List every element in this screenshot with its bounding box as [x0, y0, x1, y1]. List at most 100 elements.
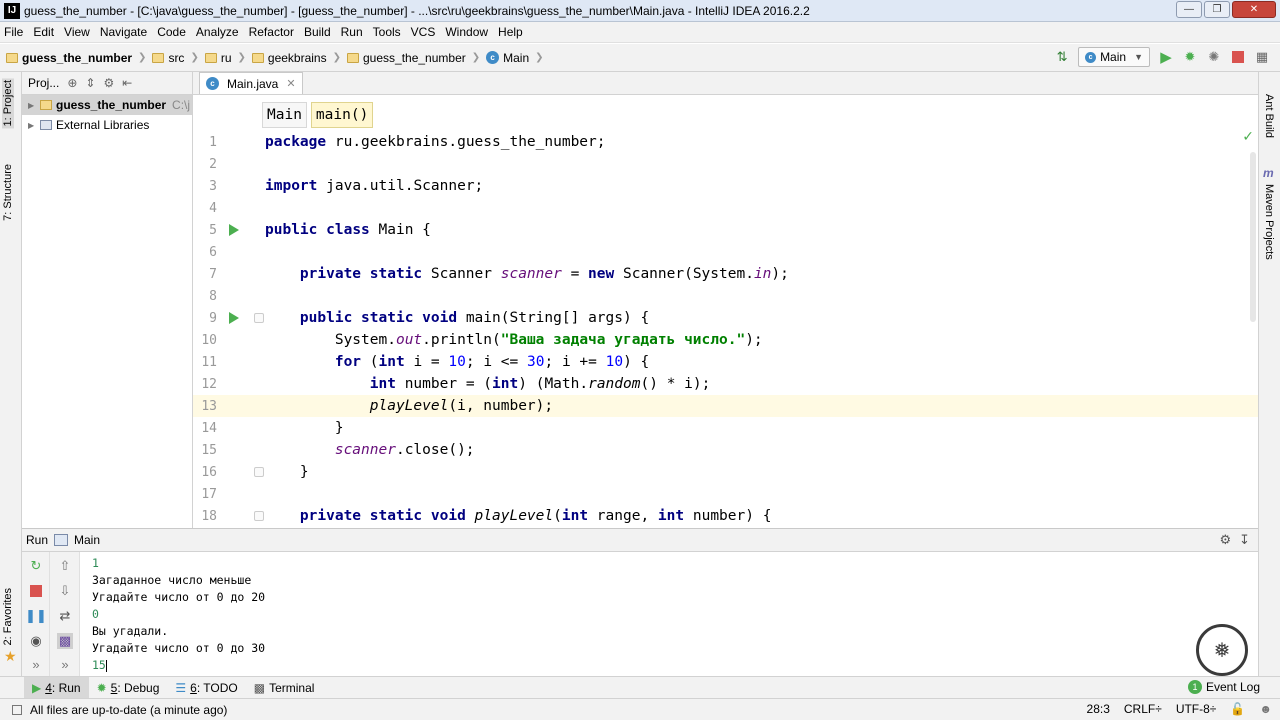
run-config-tab[interactable]: Main — [74, 533, 100, 547]
run-configuration-select[interactable]: c Main ▼ — [1078, 47, 1150, 67]
arrow-down-icon[interactable]: ⇩ — [57, 583, 73, 599]
tab-ant-build[interactable]: Ant Build — [1263, 94, 1275, 138]
hide-icon[interactable]: ⇤ — [122, 76, 132, 90]
breadcrumb-geekbrains[interactable]: geekbrains ❯ — [251, 51, 341, 65]
vcs-update-icon[interactable]: ⇅ — [1054, 49, 1070, 65]
menu-window[interactable]: Window — [445, 25, 488, 39]
code-line[interactable]: 16 } — [193, 461, 1258, 483]
tool-window-todo[interactable]: ☰ 6: TODO — [167, 677, 245, 699]
event-log-button[interactable]: 1 Event Log — [1187, 680, 1260, 694]
code-text: public static void main(String[] args) { — [299, 310, 650, 326]
close-button[interactable]: ✕ — [1232, 1, 1276, 18]
code-line[interactable]: 15 scanner.close(); — [193, 439, 1258, 461]
more-icon[interactable]: » — [28, 656, 44, 672]
stop-icon[interactable] — [1230, 49, 1246, 65]
maximize-button[interactable]: ❐ — [1204, 1, 1230, 18]
hide-panel-icon[interactable]: ↧ — [1239, 532, 1250, 548]
line-number: 14 — [201, 420, 217, 436]
code-line[interactable]: 9 public static void main(String[] args)… — [193, 307, 1258, 329]
tab-main-java[interactable]: c Main.java ✕ — [199, 72, 303, 94]
more-icon[interactable]: » — [57, 656, 73, 672]
code-line[interactable]: 11 for (int i = 10; i <= 30; i += 10) { — [193, 351, 1258, 373]
code-line[interactable]: 17 — [193, 483, 1258, 505]
run-gutter-icon[interactable] — [229, 312, 239, 324]
code-line[interactable]: 7 private static Scanner scanner = new S… — [193, 263, 1258, 285]
gear-icon[interactable]: ⚙ — [103, 76, 114, 90]
code-line[interactable]: 18 private static void playLevel(int ran… — [193, 505, 1258, 527]
code-area[interactable]: 1 package ru.geekbrains.guess_the_number;… — [193, 131, 1258, 528]
code-line[interactable]: 6 — [193, 241, 1258, 263]
breadcrumb-ru[interactable]: ru ❯ — [204, 51, 246, 65]
breadcrumb-package[interactable]: guess_the_number ❯ — [347, 51, 480, 65]
tree-item-project-root[interactable]: ▶ guess_the_number C:\j — [22, 95, 192, 115]
run-gutter-icon[interactable] — [229, 224, 239, 236]
tool-window-debug[interactable]: ✹ 5: Debug — [89, 677, 168, 699]
code-line[interactable]: 14 } — [193, 417, 1258, 439]
menu-code[interactable]: Code — [157, 25, 186, 39]
code-line[interactable]: 12 int number = (int) (Math.random() * i… — [193, 373, 1258, 395]
menu-analyze[interactable]: Analyze — [196, 25, 239, 39]
breadcrumb-src[interactable]: src ❯ — [152, 51, 199, 65]
fold-marker-icon[interactable] — [254, 511, 264, 521]
caret-position[interactable]: 28:3 — [1087, 702, 1110, 716]
code-line[interactable]: 5 public class Main { — [193, 219, 1258, 241]
expand-arrow-icon[interactable]: ▶ — [28, 121, 40, 130]
collapse-icon[interactable]: ⇕ — [85, 76, 95, 90]
run-icon[interactable]: ▶ — [1158, 49, 1174, 66]
stop-icon[interactable] — [28, 583, 44, 599]
menu-build[interactable]: Build — [304, 25, 331, 39]
code-line[interactable]: 1 package ru.geekbrains.guess_the_number; — [193, 131, 1258, 153]
lock-icon[interactable]: 🔓 — [1230, 702, 1245, 716]
console-output[interactable]: 1 Загаданное число меньше Угадайте число о… — [92, 552, 1252, 677]
code-line[interactable]: 13 playLevel(i, number); — [193, 395, 1258, 417]
expand-arrow-icon[interactable]: ▶ — [28, 101, 40, 110]
tab-project[interactable]: 1: Project — [2, 78, 14, 129]
code-line[interactable]: 10 System.out.println("Ваша задача угада… — [193, 329, 1258, 351]
menu-file[interactable]: File — [4, 25, 23, 39]
coverage-icon[interactable]: ✺ — [1206, 49, 1222, 65]
sync-icon[interactable]: ⊕ — [67, 76, 77, 90]
code-text: public class Main { — [265, 222, 431, 238]
code-line[interactable]: 8 — [193, 285, 1258, 307]
menu-view[interactable]: View — [64, 25, 90, 39]
project-structure-icon[interactable]: ▦ — [1254, 49, 1270, 65]
toggle-tool-windows-icon[interactable] — [12, 704, 22, 715]
menu-help[interactable]: Help — [498, 25, 523, 39]
arrow-up-icon[interactable]: ⇧ — [57, 558, 73, 574]
tree-item-external-libraries[interactable]: ▶ External Libraries — [22, 115, 192, 135]
dump-threads-icon[interactable]: ◉ — [28, 633, 44, 649]
tab-structure[interactable]: 7: Structure — [2, 164, 14, 221]
fold-marker-icon[interactable] — [254, 313, 264, 323]
tab-maven-projects[interactable]: Maven Projects — [1263, 184, 1275, 260]
line-separator[interactable]: CRLF÷ — [1124, 702, 1162, 716]
editor-crumb-method[interactable]: main() — [310, 102, 374, 128]
code-line[interactable]: 4 — [193, 197, 1258, 219]
code-line[interactable]: 2 — [193, 153, 1258, 175]
tab-favorites[interactable]: 2: Favorites — [2, 588, 14, 645]
menu-edit[interactable]: Edit — [33, 25, 54, 39]
tool-window-run[interactable]: ▶ 4: Run — [24, 676, 89, 699]
soft-wrap-icon[interactable]: ⇄ — [57, 608, 73, 624]
project-view-select[interactable]: Proj... — [28, 76, 59, 90]
minimize-button[interactable]: — — [1176, 1, 1202, 18]
hector-icon[interactable]: ☻ — [1259, 702, 1272, 716]
rerun-icon[interactable]: ↻ — [28, 558, 44, 574]
file-encoding[interactable]: UTF-8÷ — [1176, 702, 1217, 716]
debug-icon[interactable]: ✹ — [1182, 49, 1198, 65]
menu-navigate[interactable]: Navigate — [100, 25, 147, 39]
run-panel-title: Run — [26, 533, 49, 547]
close-tab-icon[interactable]: ✕ — [286, 77, 295, 90]
tool-window-terminal[interactable]: ▩ Terminal — [246, 677, 323, 699]
fold-marker-icon[interactable] — [254, 467, 264, 477]
gear-icon[interactable]: ⚙ — [1219, 532, 1231, 548]
menu-tools[interactable]: Tools — [373, 25, 401, 39]
editor-crumb-class[interactable]: Main — [262, 102, 307, 128]
pause-icon[interactable]: ❚❚ — [25, 608, 47, 624]
code-line[interactable]: 3 import java.util.Scanner; — [193, 175, 1258, 197]
breadcrumb-main-class[interactable]: c Main ❯ — [486, 51, 544, 65]
scroll-to-end-icon[interactable]: ▩ — [57, 633, 73, 649]
breadcrumb-project[interactable]: guess_the_number ❯ — [6, 51, 146, 65]
menu-vcs[interactable]: VCS — [411, 25, 436, 39]
menu-run[interactable]: Run — [341, 25, 363, 39]
menu-refactor[interactable]: Refactor — [249, 25, 294, 39]
